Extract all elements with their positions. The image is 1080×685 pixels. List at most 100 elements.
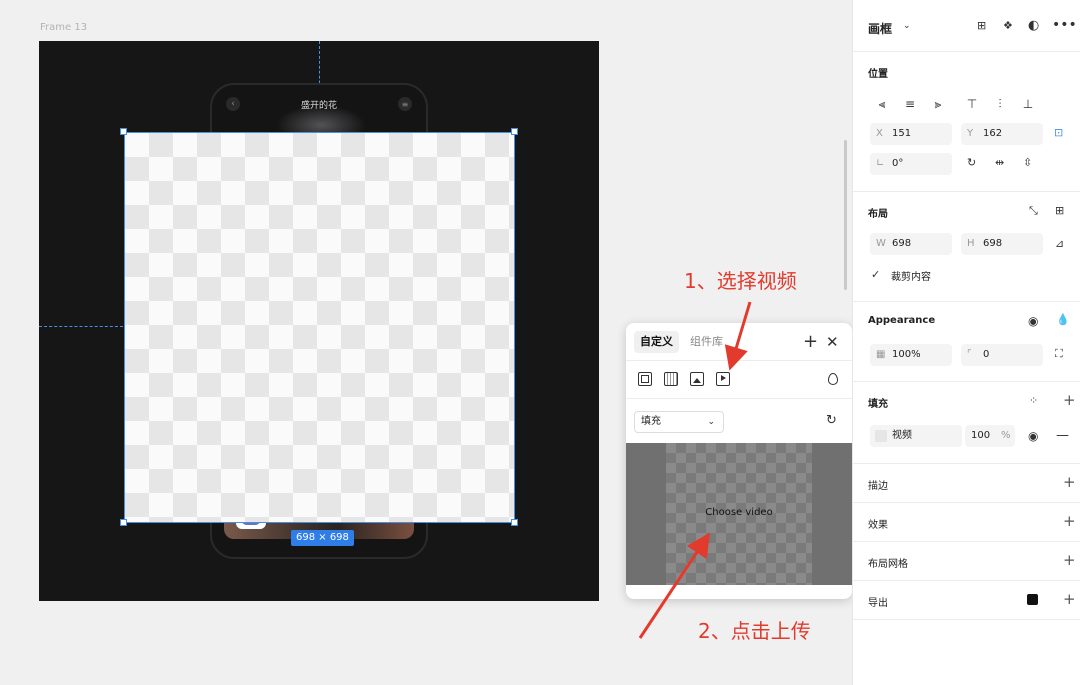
image-fill-icon[interactable]: [690, 372, 704, 386]
resize-icon[interactable]: ⊿: [1055, 237, 1064, 250]
tab-library[interactable]: 组件库: [684, 331, 729, 353]
chevron-down-icon[interactable]: ⌄: [903, 21, 911, 31]
styles-icon[interactable]: ⁘: [1029, 394, 1038, 407]
frame-label[interactable]: Frame 13: [40, 22, 87, 33]
fill-type-field[interactable]: 视频: [870, 425, 962, 447]
fill-swatch: [875, 430, 887, 442]
effects-section: 效果 +: [853, 503, 1080, 542]
x-field[interactable]: X 151: [870, 123, 952, 145]
constraints-icon[interactable]: ⊡: [1054, 126, 1063, 139]
opacity-field[interactable]: ▦ 100%: [870, 344, 952, 366]
stroke-title: 描边: [868, 481, 888, 492]
resize-handle-bottom-right[interactable]: [511, 519, 518, 526]
align-bottom-icon[interactable]: ⊥: [1015, 93, 1041, 115]
fill-mode-value: 填充: [641, 416, 661, 427]
fill-opacity-field[interactable]: 100 %: [965, 425, 1015, 447]
eye-icon[interactable]: ◉: [1028, 314, 1038, 328]
radius-icon: ⌜: [967, 349, 972, 360]
appearance-title: Appearance: [868, 315, 936, 326]
x-value: 151: [892, 128, 912, 139]
fill-mode-select[interactable]: 填充 ⌄: [634, 411, 724, 433]
fill-opacity-value: 100: [971, 430, 991, 441]
horizontal-guide: [39, 326, 123, 327]
y-label: Y: [967, 128, 974, 139]
size-badge: 698 × 698: [291, 530, 354, 546]
align-top-icon[interactable]: ⊤: [959, 93, 985, 115]
add-grid-icon[interactable]: +: [1063, 551, 1076, 569]
opacity-icon: ▦: [876, 349, 886, 360]
angle-icon: ∟: [876, 158, 885, 169]
annotation-step1: 1、选择视频: [684, 269, 797, 293]
fill-percent: %: [1001, 430, 1011, 441]
chevron-down-icon: ⌄: [707, 417, 715, 427]
add-fill-icon[interactable]: +: [1063, 391, 1076, 409]
panel-header: 画框 ⌄ ⊞ ❖ ◐ •••: [853, 0, 1080, 52]
width-field[interactable]: W 698: [870, 233, 952, 255]
more-icon[interactable]: •••: [1052, 17, 1077, 33]
layout-title: 布局: [868, 209, 888, 220]
align-center-icon[interactable]: ≡: [897, 93, 923, 115]
add-export-icon[interactable]: +: [1063, 590, 1076, 608]
align-middle-icon[interactable]: ⫶: [987, 93, 1013, 115]
menu-icon: ≡: [398, 97, 412, 111]
contrast-icon[interactable]: ◐: [1028, 18, 1039, 33]
w-label: W: [876, 238, 886, 249]
position-title: 位置: [868, 69, 888, 80]
resize-handle-top-right[interactable]: [511, 128, 518, 135]
drop-icon[interactable]: [828, 373, 838, 385]
opacity-value: 100%: [892, 349, 921, 360]
resize-handle-top-left[interactable]: [120, 128, 127, 135]
layout-grid-section: 布局网格 +: [853, 542, 1080, 581]
shrink-icon[interactable]: ⤡: [1029, 204, 1038, 218]
frame-title[interactable]: 画框: [868, 20, 892, 37]
fill-eye-icon[interactable]: ◉: [1028, 429, 1038, 443]
choose-video-label[interactable]: Choose video: [626, 507, 852, 518]
align-right-icon[interactable]: ⫸: [925, 93, 951, 115]
h-value: 698: [983, 238, 1003, 249]
flip-vertical-icon[interactable]: ⇳: [1023, 156, 1032, 169]
popup-tabs: 自定义 组件库 + ✕: [626, 323, 852, 361]
y-field[interactable]: Y 162: [961, 123, 1043, 145]
resize-handle-bottom-left[interactable]: [120, 519, 127, 526]
add-stroke-icon[interactable]: +: [1063, 473, 1076, 491]
gradient-fill-icon[interactable]: [664, 372, 678, 386]
export-title: 导出: [868, 598, 888, 609]
add-effect-icon[interactable]: +: [1063, 512, 1076, 530]
height-field[interactable]: H 698: [961, 233, 1043, 255]
rotate-icon[interactable]: ↻: [826, 413, 837, 428]
fill-type-row: [626, 361, 852, 399]
export-icon[interactable]: [1027, 594, 1038, 605]
video-upload-area[interactable]: Choose video: [626, 443, 852, 585]
fill-section: 填充 ⁘ +: [853, 382, 1080, 464]
annotation-step2: 2、点击上传: [698, 619, 811, 643]
radius-field[interactable]: ⌜ 0: [961, 344, 1043, 366]
fill-type-value: 视频: [892, 430, 912, 441]
add-icon[interactable]: +: [803, 331, 818, 353]
component-icon[interactable]: ❖: [1003, 19, 1013, 32]
flip-horizontal-icon[interactable]: ⇹: [995, 156, 1004, 169]
rotation-field[interactable]: ∟ 0°: [870, 153, 952, 175]
corner-icon[interactable]: ⛶: [1055, 347, 1063, 361]
drop-icon[interactable]: 💧: [1056, 313, 1070, 326]
properties-panel: 画框 ⌄ ⊞ ❖ ◐ ••• 位置 ⫷ ≡ ⫸ ⊤ ⫶ ⊥ X 151 Y 16…: [852, 0, 1080, 685]
fill-popup: 自定义 组件库 + ✕ 填充 ⌄ ↻ Choose video: [626, 323, 852, 599]
x-label: X: [876, 128, 883, 139]
align-left-icon[interactable]: ⫷: [869, 93, 895, 115]
remove-fill-icon[interactable]: —: [1056, 428, 1069, 443]
radius-value: 0: [983, 349, 990, 360]
grid-icon[interactable]: ⊞: [977, 19, 986, 32]
y-value: 162: [983, 128, 1003, 139]
stroke-section: 描边 +: [853, 464, 1080, 503]
fill-title: 填充: [868, 399, 888, 410]
close-icon[interactable]: ✕: [826, 331, 839, 353]
effects-title: 效果: [868, 520, 888, 531]
video-fill-icon[interactable]: [716, 372, 730, 386]
rotate-icon[interactable]: ↻: [967, 156, 976, 169]
solid-fill-icon[interactable]: [638, 372, 652, 386]
canvas-scrollbar[interactable]: [844, 140, 847, 290]
selected-frame[interactable]: [124, 132, 515, 523]
tab-custom[interactable]: 自定义: [634, 331, 679, 353]
w-value: 698: [892, 238, 912, 249]
auto-layout-icon[interactable]: ⊞: [1055, 204, 1064, 217]
clip-checkbox[interactable]: ✓: [871, 268, 880, 281]
